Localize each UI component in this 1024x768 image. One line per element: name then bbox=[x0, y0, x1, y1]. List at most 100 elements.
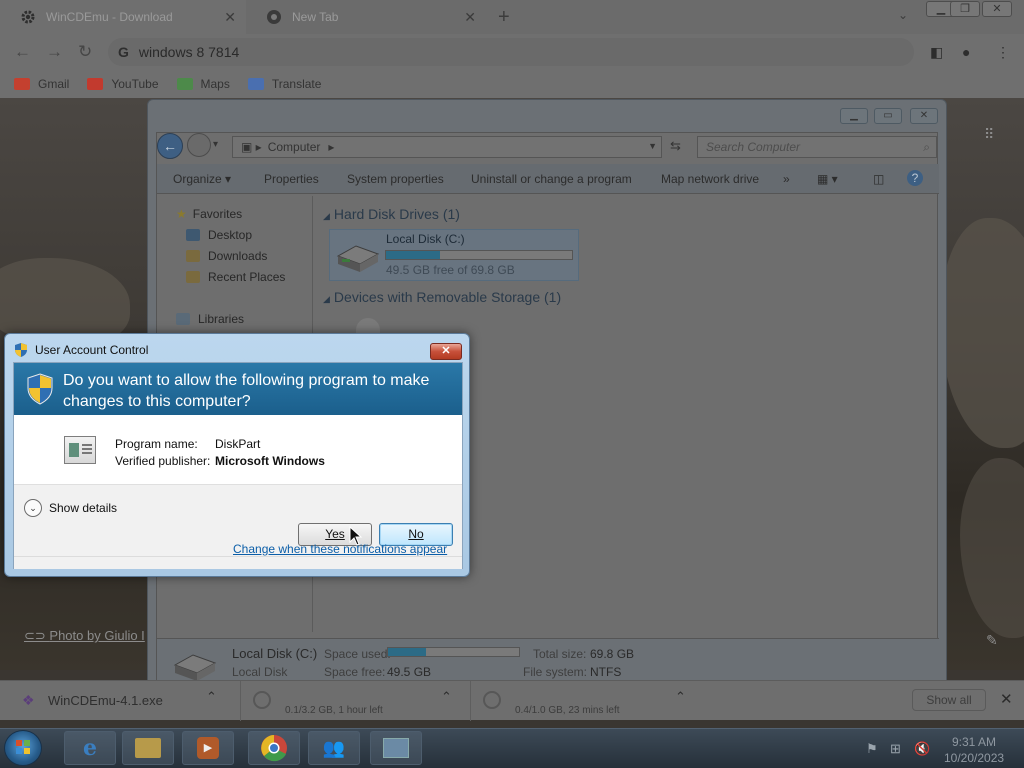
details-usage-bar bbox=[387, 647, 520, 657]
taskbar-file-explorer[interactable] bbox=[122, 731, 174, 765]
taskbar-users-app[interactable]: 👥 bbox=[308, 731, 360, 765]
properties-button[interactable]: Properties bbox=[264, 172, 319, 186]
group-label: Hard Disk Drives (1) bbox=[333, 206, 460, 222]
clock-date: 10/20/2023 bbox=[944, 751, 1005, 765]
view-options-icon[interactable]: ▦ ▾ bbox=[817, 172, 838, 186]
nav-favorites[interactable]: ★ Favorites bbox=[176, 207, 242, 221]
network-icon[interactable]: ⊞ bbox=[890, 741, 901, 757]
address-bar[interactable]: G windows 8 7814 bbox=[108, 38, 914, 66]
disk-usage-bar bbox=[385, 250, 573, 260]
group-hard-disk-drives[interactable]: ◢ Hard Disk Drives (1) bbox=[323, 206, 460, 222]
volume-muted-icon[interactable]: 🔇 bbox=[914, 741, 930, 757]
profile-icon[interactable]: ● bbox=[962, 44, 970, 60]
taskbar-media-player[interactable]: ▶ bbox=[182, 731, 234, 765]
explorer-search-input[interactable]: Search Computer ⌕ bbox=[697, 136, 937, 158]
search-placeholder: Search Computer bbox=[706, 140, 801, 154]
download-menu-chevron-icon[interactable]: ⌃ bbox=[441, 689, 452, 705]
apps-grid-icon[interactable]: ⠿ bbox=[984, 126, 994, 143]
downloads-folder-icon bbox=[186, 250, 200, 262]
forward-arrow-icon[interactable]: → bbox=[46, 42, 63, 62]
tab-new-tab[interactable]: New Tab ✕ bbox=[246, 0, 486, 34]
side-panel-icon[interactable]: ◧ bbox=[930, 44, 943, 61]
download-item[interactable]: 0.1/3.2 GB, 1 hour left ⌃ bbox=[240, 681, 466, 721]
explorer-forward-button[interactable] bbox=[187, 133, 211, 157]
reload-icon[interactable]: ↻ bbox=[78, 42, 92, 62]
details-disk-type: Local Disk bbox=[232, 665, 288, 679]
download-menu-chevron-icon[interactable]: ⌃ bbox=[206, 689, 217, 705]
download-name: WinCDEmu-4.1.exe bbox=[48, 693, 163, 708]
close-tab-icon[interactable]: ✕ bbox=[224, 9, 236, 26]
nav-libraries[interactable]: Libraries bbox=[176, 312, 244, 326]
help-icon[interactable]: ? bbox=[907, 170, 923, 186]
refresh-icon[interactable]: ⇆ bbox=[670, 138, 681, 154]
download-item[interactable]: 0.4/1.0 GB, 23 mins left ⌃ bbox=[470, 681, 702, 721]
bookmark-gmail[interactable]: Gmail bbox=[14, 77, 69, 91]
explorer-command-bar: Organize ▾ Properties System properties … bbox=[157, 164, 939, 194]
windows-logo-icon bbox=[16, 740, 30, 754]
taskbar-diskpart[interactable] bbox=[370, 731, 422, 765]
explorer-minimize-button[interactable]: ▁ bbox=[840, 108, 868, 124]
more-commands-button[interactable]: » bbox=[783, 172, 790, 186]
taskbar-internet-explorer[interactable]: e bbox=[64, 731, 116, 765]
tab-search-chevron-icon[interactable]: ⌄ bbox=[898, 8, 908, 22]
organize-button[interactable]: Organize ▾ bbox=[173, 172, 231, 186]
bookmarks-bar: Gmail YouTube Maps Translate bbox=[0, 70, 1024, 98]
bookmark-maps[interactable]: Maps bbox=[176, 77, 230, 91]
explorer-maximize-button[interactable]: ▭ bbox=[874, 108, 902, 124]
details-file-system-label: File system: bbox=[523, 665, 588, 679]
breadcrumb-text: Computer bbox=[267, 140, 321, 154]
computer-icon: ▣ ▸ bbox=[241, 140, 262, 154]
group-removable-storage[interactable]: ◢ Devices with Removable Storage (1) bbox=[323, 289, 561, 305]
download-item[interactable]: ❖ WinCDEmu-4.1.exe ⌃ bbox=[0, 681, 232, 721]
explorer-close-button[interactable]: ✕ bbox=[910, 108, 938, 124]
browser-tab-strip: WinCDEmu - Download ✕ New Tab ✕ + ⌄ ▁ ❐ … bbox=[0, 0, 1024, 34]
taskbar-clock[interactable]: 9:31 AM 10/20/2023 bbox=[944, 734, 1004, 766]
nav-downloads[interactable]: Downloads bbox=[186, 249, 267, 263]
taskbar-chrome[interactable] bbox=[248, 731, 300, 765]
show-details-toggle[interactable]: ⌄ Show details bbox=[24, 499, 117, 517]
details-total-size: 69.8 GB bbox=[590, 647, 635, 661]
bookmark-label: Maps bbox=[200, 77, 230, 91]
folder-icon bbox=[135, 738, 161, 758]
bookmark-youtube[interactable]: YouTube bbox=[87, 77, 159, 91]
explorer-breadcrumb[interactable]: ▣ ▸ Computer ▸ ▼ bbox=[232, 136, 662, 158]
uac-divider bbox=[14, 556, 462, 557]
download-menu-chevron-icon[interactable]: ⌃ bbox=[675, 689, 686, 705]
tab-title: WinCDEmu - Download bbox=[46, 10, 173, 24]
uac-question-text: Do you want to allow the following progr… bbox=[63, 372, 430, 410]
bookmark-label: YouTube bbox=[111, 77, 159, 91]
show-all-downloads-button[interactable]: Show all bbox=[912, 689, 986, 711]
tab-wincdemu[interactable]: WinCDEmu - Download ✕ bbox=[0, 0, 246, 34]
customize-pencil-icon[interactable]: ✎ bbox=[986, 632, 998, 649]
map-network-drive-button[interactable]: Map network drive bbox=[661, 172, 759, 186]
uac-close-button[interactable]: ✕ bbox=[430, 343, 462, 360]
close-tab-icon[interactable]: ✕ bbox=[464, 9, 476, 26]
action-center-flag-icon[interactable]: ⚑ bbox=[866, 741, 878, 757]
address-dropdown-icon[interactable]: ▼ bbox=[648, 141, 657, 151]
bookmark-translate[interactable]: Translate bbox=[247, 77, 321, 91]
change-notifications-link[interactable]: Change when these notifications appear bbox=[233, 542, 447, 556]
close-download-shelf-icon[interactable]: ✕ bbox=[1000, 690, 1013, 708]
preview-pane-icon[interactable]: ◫ bbox=[873, 172, 884, 186]
desktop-icon bbox=[186, 229, 200, 241]
restore-button[interactable]: ❐ bbox=[950, 1, 980, 17]
start-button[interactable] bbox=[4, 730, 42, 766]
nav-desktop[interactable]: Desktop bbox=[186, 228, 252, 242]
nav-recent-places[interactable]: Recent Places bbox=[186, 270, 285, 284]
close-window-button[interactable]: ✕ bbox=[982, 1, 1012, 17]
photo-credit-link[interactable]: ⊂⊃ Photo by Giulio I bbox=[24, 628, 145, 644]
uninstall-program-button[interactable]: Uninstall or change a program bbox=[471, 172, 632, 186]
uac-title-text: User Account Control bbox=[35, 343, 149, 357]
details-space-free: 49.5 GB bbox=[387, 665, 432, 679]
back-arrow-icon[interactable]: ← bbox=[14, 42, 31, 62]
menu-kebab-icon[interactable]: ⋮ bbox=[996, 44, 1010, 61]
uac-shield-icon bbox=[15, 343, 27, 357]
explorer-back-button[interactable]: ← bbox=[157, 133, 183, 159]
publisher-value: Microsoft Windows bbox=[215, 454, 325, 468]
recent-pages-chevron-icon[interactable]: ▾ bbox=[213, 139, 218, 150]
details-space-free-label: Space free: bbox=[324, 665, 386, 679]
nav-label: Libraries bbox=[198, 312, 245, 326]
new-tab-plus-icon[interactable]: + bbox=[498, 6, 510, 29]
nav-label: Recent Places bbox=[208, 270, 286, 284]
system-properties-button[interactable]: System properties bbox=[347, 172, 444, 186]
